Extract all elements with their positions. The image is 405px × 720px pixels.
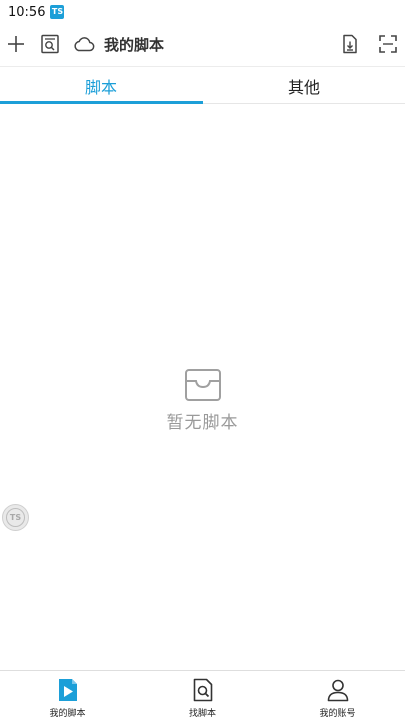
import-file-button[interactable] [338,32,362,56]
toolbar: 我的脚本 [0,28,405,62]
plus-icon [8,36,24,52]
empty-inbox-icon [184,369,221,401]
tab-bar: 脚本 其他 [0,66,405,104]
empty-state: 暂无脚本 [0,366,405,433]
floating-assist-button[interactable]: TS [2,504,29,531]
user-icon [327,679,349,702]
app-notification-icon: TS [50,5,65,19]
nav-label-my-scripts: 我的脚本 [49,709,86,719]
tab-other[interactable]: 其他 [203,67,405,104]
floating-ball-label: TS [6,508,25,527]
page-title: 我的脚本 [104,36,165,54]
cloud-icon [74,37,95,52]
scan-icon [379,35,397,53]
nav-label-find-scripts: 找脚本 [188,709,216,719]
cloud-button[interactable] [72,32,96,56]
search-script-icon [41,34,59,54]
play-file-icon [59,679,77,701]
nav-find-scripts[interactable]: 找脚本 [135,671,270,720]
empty-state-text: 暂无脚本 [166,413,239,433]
import-file-icon [343,34,357,54]
scan-button[interactable] [376,32,400,56]
status-time: 10:56 [8,4,46,20]
nav-my-account[interactable]: 我的账号 [270,671,405,720]
app-screen: 10:56 TS 我的脚本 脚本 其他 暂无脚本 TS 我的脚本 找脚本 我的账… [0,0,405,720]
nav-my-scripts[interactable]: 我的脚本 [0,671,135,720]
status-bar: 10:56 TS [0,0,405,24]
bottom-nav: 我的脚本 找脚本 我的账号 [0,670,405,720]
nav-label-my-account: 我的账号 [319,709,356,719]
find-script-icon [193,678,213,702]
tab-scripts[interactable]: 脚本 [0,67,202,104]
active-tab-indicator [0,101,203,104]
add-button[interactable] [4,32,28,56]
search-script-button[interactable] [38,32,62,56]
